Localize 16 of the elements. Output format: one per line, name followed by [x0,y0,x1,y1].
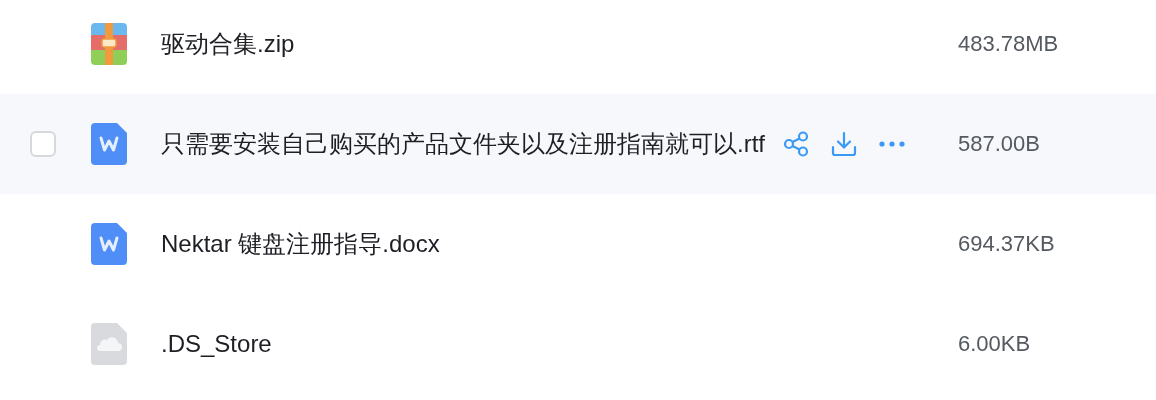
word-document-icon [91,123,127,165]
file-name[interactable]: 只需要安装自己购买的产品文件夹以及注册指南就可以.rtf [161,128,765,160]
file-size: 587.00B [958,131,1041,157]
file-name[interactable]: .DS_Store [161,330,272,358]
cloud-file-icon [91,323,127,365]
file-name[interactable]: 驱动合集.zip [161,28,295,60]
file-size: 694.37KB [958,231,1056,257]
more-icon[interactable] [879,141,905,147]
word-document-icon [91,223,127,265]
file-name[interactable]: Nektar 键盘注册指导.docx [161,228,440,260]
archive-icon [91,23,127,65]
download-icon[interactable] [831,131,857,157]
file-size: 6.00KB [958,331,1032,357]
file-size: 483.78MB [958,31,1060,57]
share-icon[interactable] [783,131,809,157]
checkbox[interactable] [30,131,56,157]
